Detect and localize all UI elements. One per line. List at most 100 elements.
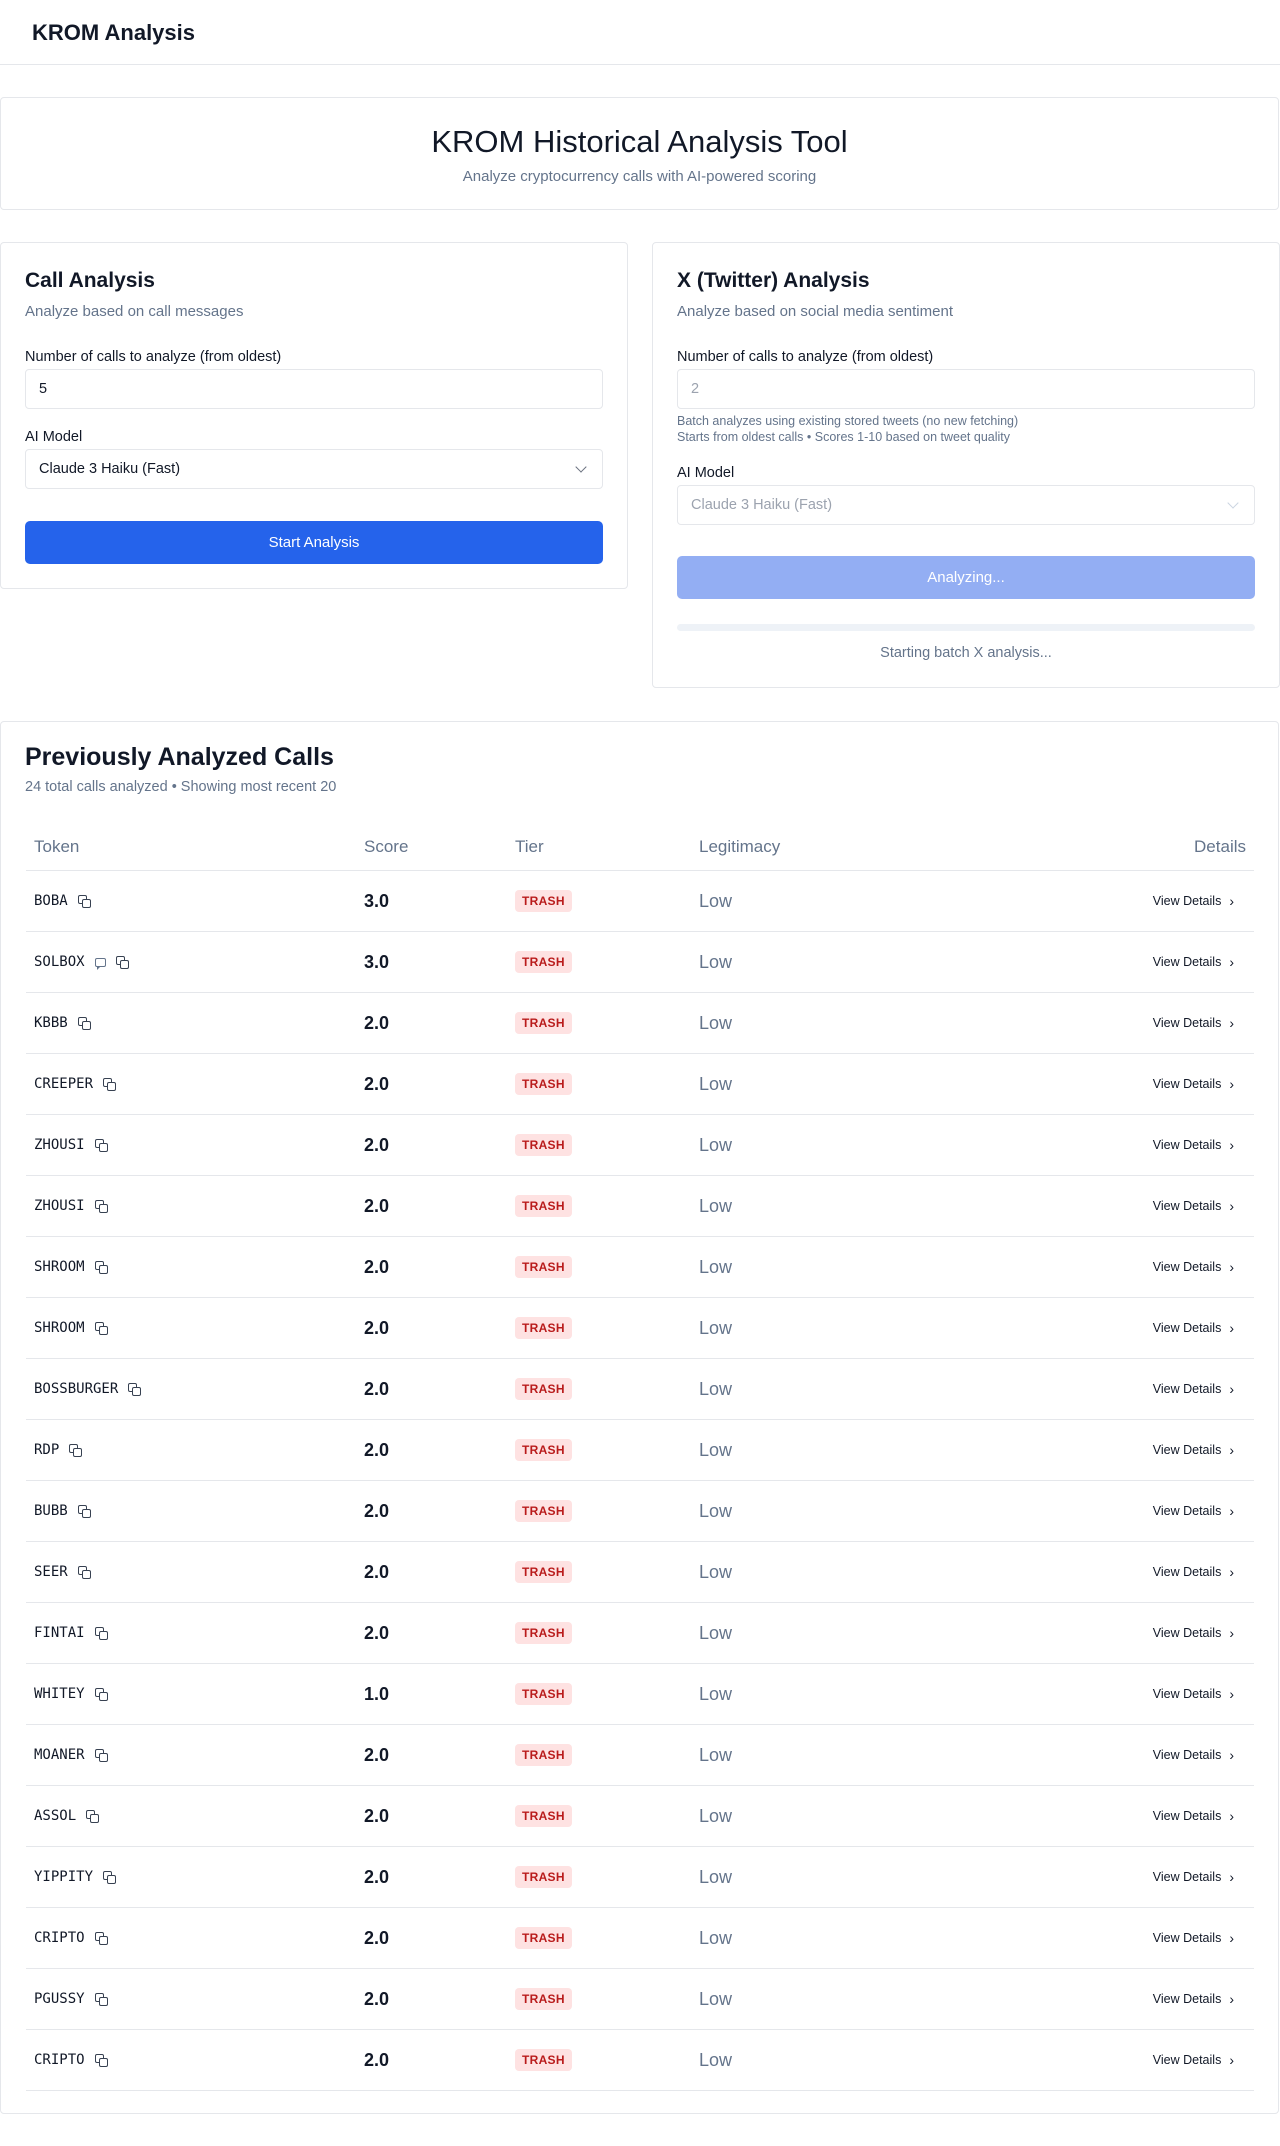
copy-icon[interactable]	[115, 956, 129, 969]
legitimacy-cell: Low	[699, 2050, 733, 2070]
call-count-value: 5	[39, 381, 48, 397]
copy-icon[interactable]	[94, 1993, 108, 2006]
top-bar: KROM Analysis	[0, 0, 1280, 65]
legitimacy-cell: Low	[699, 1867, 733, 1887]
tier-badge: TRASH	[515, 1744, 572, 1766]
copy-icon[interactable]	[77, 1505, 91, 1518]
copy-icon[interactable]	[77, 1566, 91, 1579]
x-analysis-panel: X (Twitter) Analysis Analyze based on so…	[652, 242, 1280, 688]
copy-icon[interactable]	[69, 1444, 83, 1457]
x-hint-line2: Starts from oldest calls • Scores 1-10 b…	[677, 430, 1011, 444]
chevron-right-icon: ›	[1229, 1320, 1234, 1336]
view-details-link[interactable]: View Details ›	[1153, 1869, 1234, 1885]
copy-icon[interactable]	[103, 1871, 117, 1884]
legitimacy-cell: Low	[699, 1318, 733, 1338]
page-title: KROM Historical Analysis Tool	[431, 124, 848, 159]
view-details-link[interactable]: View Details ›	[1153, 954, 1234, 970]
token-cell: MOANER	[34, 1747, 108, 1763]
view-details-label: View Details	[1152, 1016, 1222, 1030]
history-subtitle: 24 total calls analyzed • Showing most r…	[25, 779, 337, 795]
table-row: RDP 2.0 TRASH Low View Details ›	[26, 1420, 1254, 1481]
score-cell: 2.0	[364, 1196, 390, 1216]
score-cell: 2.0	[364, 1074, 390, 1094]
view-details-link[interactable]: View Details ›	[1153, 1686, 1234, 1702]
view-details-link[interactable]: View Details ›	[1153, 1320, 1234, 1336]
view-details-link[interactable]: View Details ›	[1153, 1198, 1234, 1214]
copy-icon[interactable]	[94, 2054, 108, 2067]
call-model-select[interactable]: Claude 3 Haiku (Fast)	[25, 449, 603, 489]
view-details-label: View Details	[1152, 955, 1222, 969]
view-details-link[interactable]: View Details ›	[1153, 1503, 1234, 1519]
start-analysis-button[interactable]: Start Analysis	[25, 521, 603, 564]
token-cell: ZHOUSI	[34, 1137, 108, 1153]
x-hint-line1: Batch analyzes using existing stored twe…	[677, 414, 1019, 428]
copy-icon[interactable]	[94, 1688, 108, 1701]
call-count-input[interactable]: 5	[25, 369, 603, 409]
copy-icon[interactable]	[94, 1139, 108, 1152]
message-icon[interactable]	[94, 957, 106, 970]
view-details-label: View Details	[1152, 1931, 1222, 1945]
view-details-link[interactable]: View Details ›	[1153, 1625, 1234, 1641]
view-details-label: View Details	[1152, 1138, 1222, 1152]
copy-icon[interactable]	[94, 1322, 108, 1335]
copy-icon[interactable]	[94, 1749, 108, 1762]
token-cell: ASSOL	[34, 1808, 100, 1824]
copy-icon[interactable]	[94, 1261, 108, 1274]
call-model-value: Claude 3 Haiku (Fast)	[39, 461, 181, 477]
table-row: CRIPTO 2.0 TRASH Low View Details ›	[26, 2030, 1254, 2091]
view-details-link[interactable]: View Details ›	[1153, 2052, 1234, 2068]
legitimacy-cell: Low	[699, 1379, 733, 1399]
token-symbol: RDP	[34, 1442, 60, 1458]
score-cell: 3.0	[364, 891, 390, 911]
legitimacy-cell: Low	[699, 1745, 733, 1765]
view-details-label: View Details	[1152, 1199, 1222, 1213]
copy-icon[interactable]	[77, 1017, 91, 1030]
token-symbol: KBBB	[34, 1015, 68, 1031]
token-cell: YIPPITY	[34, 1869, 117, 1885]
copy-icon[interactable]	[77, 895, 91, 908]
chevron-right-icon: ›	[1229, 954, 1234, 970]
view-details-link[interactable]: View Details ›	[1153, 1991, 1234, 2007]
view-details-label: View Details	[1152, 1748, 1222, 1762]
col-tier: Tier	[515, 837, 544, 856]
x-count-input[interactable]: 2	[677, 369, 1255, 409]
col-details: Details	[1194, 837, 1246, 856]
copy-icon[interactable]	[94, 1932, 108, 1945]
table-row: YIPPITY 2.0 TRASH Low View Details ›	[26, 1847, 1254, 1908]
copy-icon[interactable]	[94, 1200, 108, 1213]
legitimacy-cell: Low	[699, 1562, 733, 1582]
view-details-link[interactable]: View Details ›	[1153, 1442, 1234, 1458]
copy-icon[interactable]	[94, 1627, 108, 1640]
token-symbol: CREEPER	[34, 1076, 94, 1092]
token-symbol: ZHOUSI	[34, 1198, 85, 1214]
view-details-link[interactable]: View Details ›	[1153, 1381, 1234, 1397]
view-details-link[interactable]: View Details ›	[1153, 1259, 1234, 1275]
copy-icon[interactable]	[128, 1383, 142, 1396]
copy-icon[interactable]	[86, 1810, 100, 1823]
chevron-right-icon: ›	[1229, 1625, 1234, 1641]
analyzing-button[interactable]: Analyzing...	[677, 556, 1255, 599]
table-row: BOSSBURGER 2.0 TRASH Low View Details ›	[26, 1359, 1254, 1420]
view-details-link[interactable]: View Details ›	[1153, 1015, 1234, 1031]
view-details-link[interactable]: View Details ›	[1153, 1747, 1234, 1763]
legitimacy-cell: Low	[699, 1440, 733, 1460]
token-cell: SOLBOX	[34, 954, 129, 970]
table-row: CRIPTO 2.0 TRASH Low View Details ›	[26, 1908, 1254, 1969]
view-details-link[interactable]: View Details ›	[1153, 1564, 1234, 1580]
tier-badge: TRASH	[515, 2049, 572, 2071]
view-details-label: View Details	[1152, 1504, 1222, 1518]
x-model-select[interactable]: Claude 3 Haiku (Fast)	[677, 485, 1255, 525]
view-details-link[interactable]: View Details ›	[1153, 1930, 1234, 1946]
view-details-link[interactable]: View Details ›	[1153, 1808, 1234, 1824]
copy-icon[interactable]	[103, 1078, 117, 1091]
col-token: Token	[34, 837, 80, 856]
view-details-link[interactable]: View Details ›	[1153, 1076, 1234, 1092]
history-card: Previously Analyzed Calls 24 total calls…	[0, 721, 1279, 2114]
view-details-link[interactable]: View Details ›	[1153, 893, 1234, 909]
chevron-right-icon: ›	[1229, 1930, 1234, 1946]
token-symbol: ASSOL	[34, 1808, 77, 1824]
table-row: WHITEY 1.0 TRASH Low View Details ›	[26, 1664, 1254, 1725]
score-cell: 3.0	[364, 952, 390, 972]
view-details-link[interactable]: View Details ›	[1153, 1137, 1234, 1153]
chevron-right-icon: ›	[1229, 1015, 1234, 1031]
